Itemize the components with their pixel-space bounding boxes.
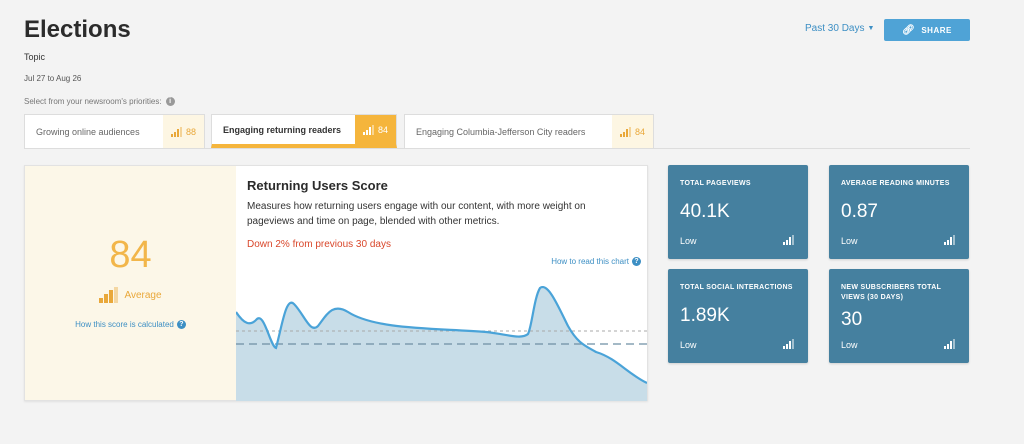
tab-score: 88 xyxy=(162,115,204,148)
metric-value: 30 xyxy=(841,309,863,330)
signal-bars-icon xyxy=(619,126,631,137)
share-button-label: SHARE xyxy=(921,25,952,35)
tab-score-value: 84 xyxy=(634,126,645,137)
tab-label: Growing online audiences xyxy=(36,126,140,137)
signal-bars-icon xyxy=(783,339,794,349)
big-score: 84 xyxy=(109,234,152,276)
metric-label: TOTAL PAGEVIEWS xyxy=(680,180,751,187)
metric-value: 40.1K xyxy=(680,201,730,222)
tab-score-value: 88 xyxy=(185,126,196,137)
signal-bars-icon xyxy=(170,126,182,137)
metric-total-pageviews[interactable]: TOTAL PAGEVIEWS 40.1K Low xyxy=(668,165,808,259)
metric-level: Low xyxy=(680,340,697,350)
period-dropdown[interactable]: Past 30 Days ▼ xyxy=(805,23,874,34)
chart-help-link[interactable]: How to read this chart ? xyxy=(551,257,641,266)
tab-score: 84 xyxy=(354,115,396,144)
tab-label: Engaging returning readers xyxy=(223,124,342,135)
metric-level: Low xyxy=(841,236,858,246)
signal-bars-icon xyxy=(99,287,119,303)
info-icon[interactable]: i xyxy=(165,97,175,106)
tab-label: Engaging Columbia-Jefferson City readers xyxy=(416,126,586,137)
score-trend: Down 2% from previous 30 days xyxy=(247,239,391,250)
score-rating: Average xyxy=(25,287,236,303)
signal-bars-icon xyxy=(944,235,955,245)
score-calculation-link[interactable]: How this score is calculated ? xyxy=(25,320,236,329)
metric-label: TOTAL SOCIAL INTERACTIONS xyxy=(680,284,793,291)
chart-area xyxy=(236,287,647,401)
card-title: Returning Users Score xyxy=(247,178,388,193)
chart-help-link-text: How to read this chart xyxy=(551,257,629,266)
tab-growing-online-audiences[interactable]: Growing online audiences 88 xyxy=(24,114,205,148)
score-rating-label: Average xyxy=(124,289,162,301)
topic-label: Topic xyxy=(24,52,46,62)
metric-value: 1.89K xyxy=(680,305,730,326)
score-trend-chart xyxy=(236,286,647,401)
metric-total-social-interactions[interactable]: TOTAL SOCIAL INTERACTIONS 1.89K Low xyxy=(668,269,808,363)
priorities-prompt-text: Select from your newsroom's priorities: xyxy=(24,97,162,106)
card-description: Measures how returning users engage with… xyxy=(247,201,586,227)
metric-label: AVERAGE READING MINUTES xyxy=(841,180,950,187)
signal-bars-icon xyxy=(783,235,794,245)
metric-level: Low xyxy=(841,340,858,350)
score-calculation-link-text: How this score is calculated xyxy=(75,320,174,329)
signal-bars-icon xyxy=(362,124,374,135)
tab-score-value: 84 xyxy=(377,124,388,135)
score-summary-panel: 84 Average How this score is calculated … xyxy=(25,166,236,400)
question-icon: ? xyxy=(176,320,186,329)
priority-tabs: Growing online audiences 88 Engaging ret… xyxy=(24,114,970,149)
page-title: Elections xyxy=(24,16,131,43)
metric-level: Low xyxy=(680,236,697,246)
signal-bars-icon xyxy=(944,339,955,349)
link-icon: 🔗︎ xyxy=(902,24,916,36)
metric-label: NEW SUBSCRIBERS TOTAL VIEWS (30 DAYS) xyxy=(841,284,942,301)
returning-users-score-card: 84 Average How this score is calculated … xyxy=(24,165,648,401)
metric-new-subscribers-total-views[interactable]: NEW SUBSCRIBERS TOTAL VIEWS (30 DAYS) 30… xyxy=(829,269,969,363)
caret-down-icon: ▼ xyxy=(867,25,875,32)
date-range: Jul 27 to Aug 26 xyxy=(24,74,82,83)
metric-value: 0.87 xyxy=(841,201,878,222)
tab-score: 84 xyxy=(611,115,653,148)
tab-engaging-columbia-jefferson-city-readers[interactable]: Engaging Columbia-Jefferson City readers… xyxy=(404,114,654,148)
metric-average-reading-minutes[interactable]: AVERAGE READING MINUTES 0.87 Low xyxy=(829,165,969,259)
question-icon: ? xyxy=(632,257,641,266)
tab-engaging-returning-readers[interactable]: Engaging returning readers 84 xyxy=(211,114,397,148)
share-button[interactable]: 🔗︎ SHARE xyxy=(884,19,970,41)
priorities-prompt: Select from your newsroom's priorities: … xyxy=(24,97,175,106)
period-dropdown-label: Past 30 Days xyxy=(805,23,865,34)
